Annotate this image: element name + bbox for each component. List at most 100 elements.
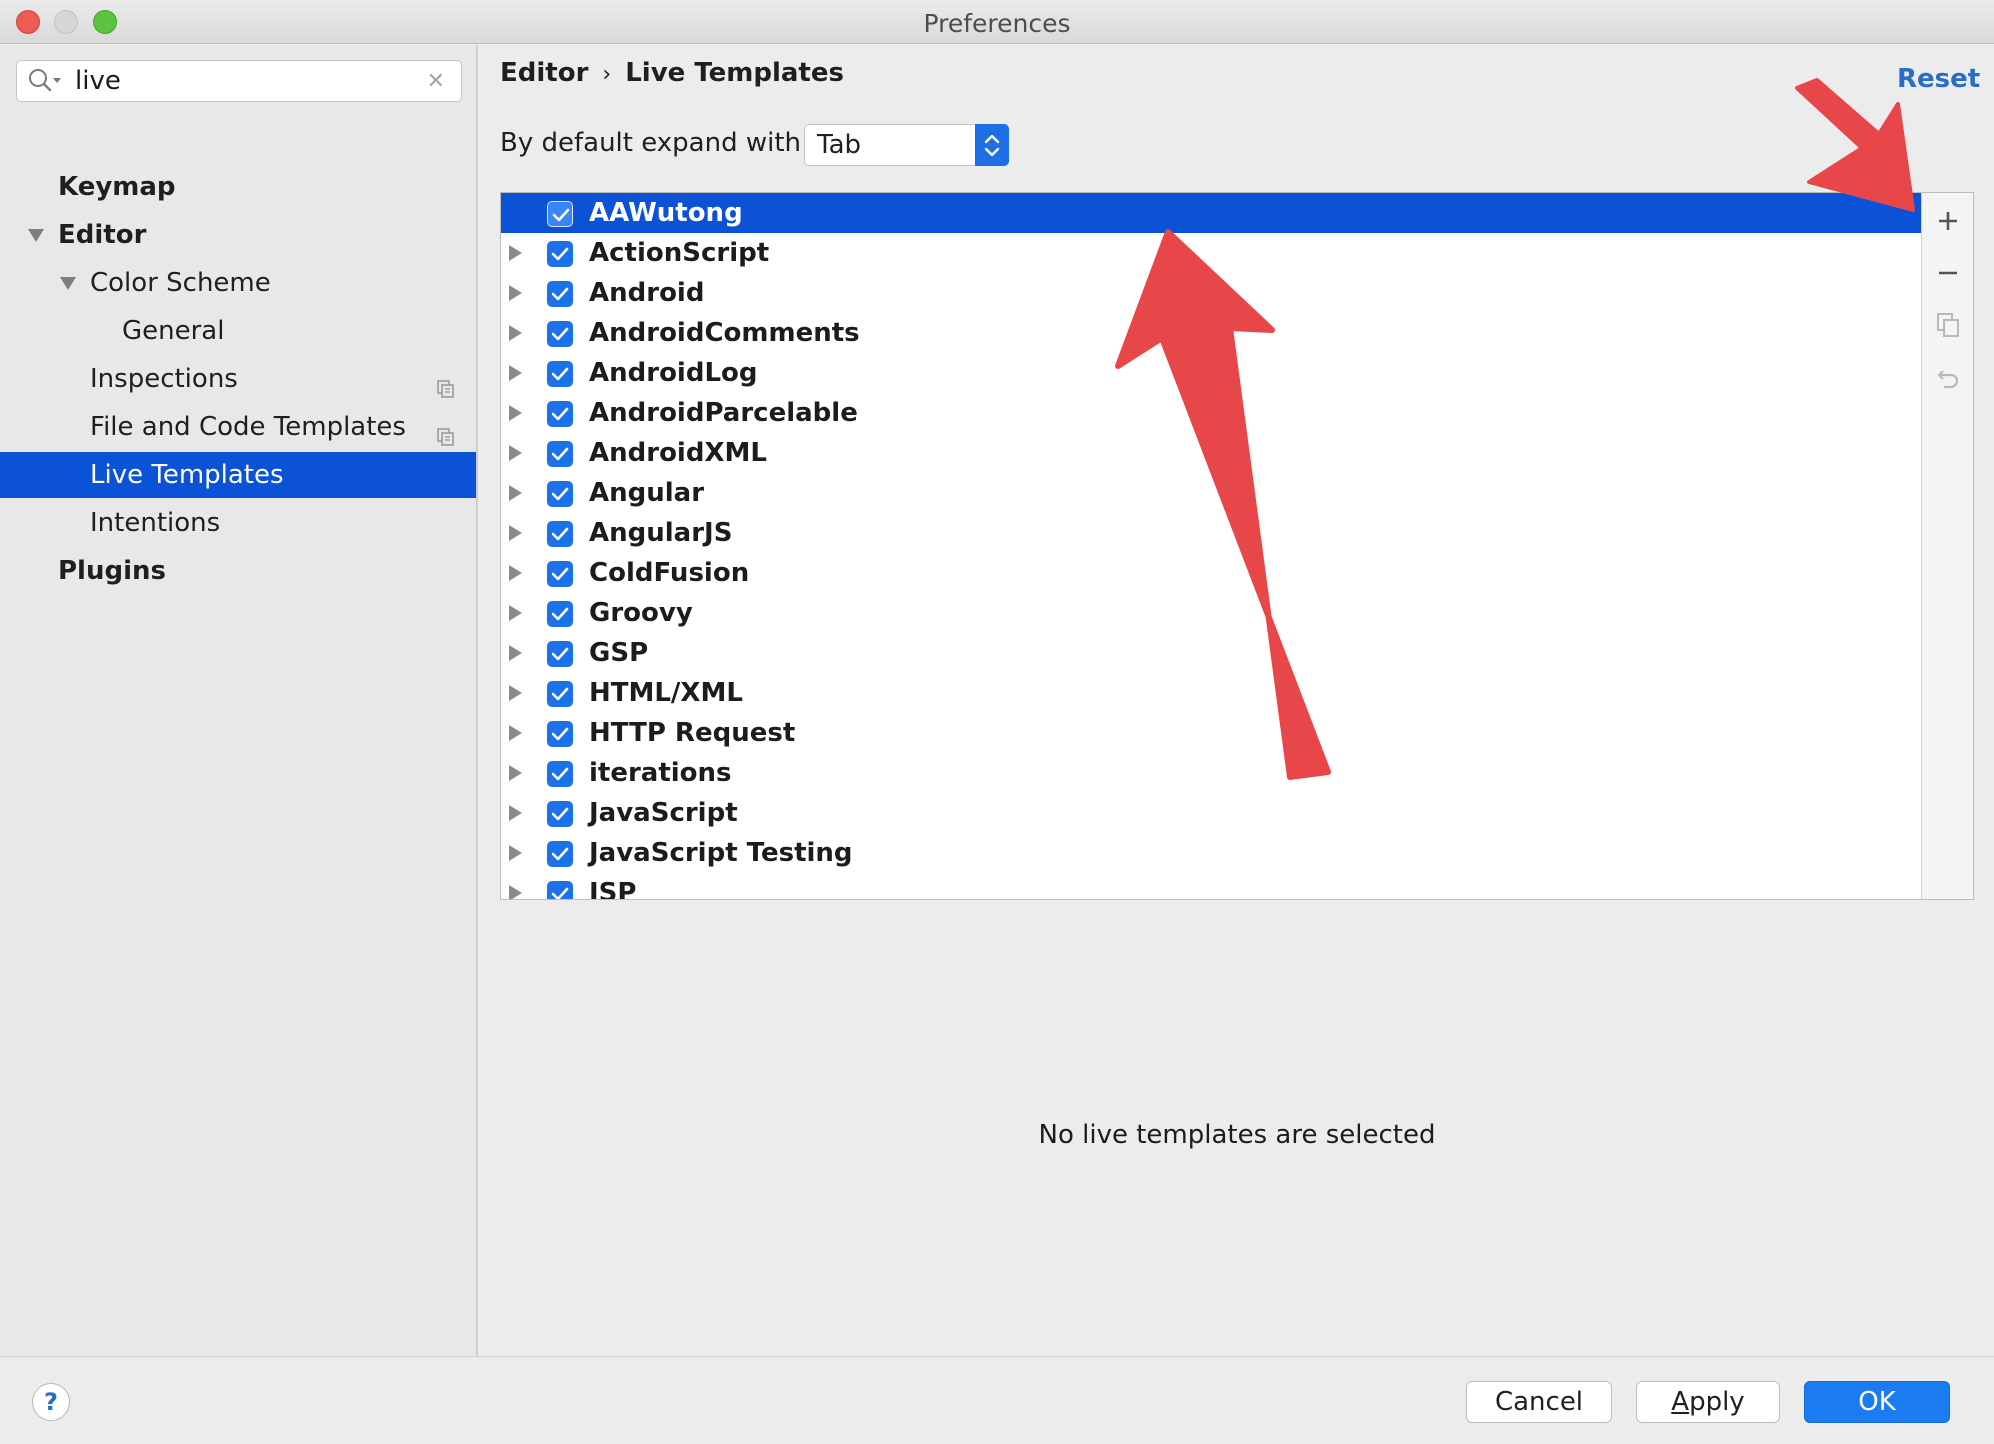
ok-button[interactable]: OK [1804,1381,1950,1423]
search-input[interactable] [75,65,415,97]
template-group-row[interactable]: ColdFusion [501,553,1921,593]
expand-triangle-icon[interactable] [509,405,522,421]
expand-triangle-icon[interactable] [509,645,522,661]
expand-triangle-icon[interactable] [509,605,522,621]
template-group-checkbox[interactable] [547,321,573,347]
template-group-row[interactable]: Groovy [501,593,1921,633]
expand-triangle-icon[interactable] [509,445,522,461]
template-group-row[interactable]: GSP [501,633,1921,673]
sidebar-item-file-and-code-templates[interactable]: File and Code Templates [0,404,476,450]
template-group-checkbox[interactable] [547,441,573,467]
expand-triangle-icon[interactable] [509,725,522,741]
sidebar-item-editor[interactable]: Editor [0,212,476,258]
template-group-row[interactable]: AngularJS [501,513,1921,553]
expand-triangle-icon[interactable] [509,685,522,701]
clear-search-icon[interactable]: ✕ [427,69,445,94]
template-group-name: ActionScript [589,238,770,268]
breadcrumb-parent[interactable]: Editor [500,58,588,88]
expand-triangle-icon[interactable] [509,805,522,821]
sidebar-item-keymap[interactable]: Keymap [0,164,476,210]
expand-triangle-icon[interactable] [509,245,522,261]
undo-icon[interactable] [1934,363,1962,391]
expand-triangle-icon[interactable] [509,765,522,781]
apply-button[interactable]: Apply [1636,1381,1780,1423]
template-group-row[interactable]: JavaScript [501,793,1921,833]
template-group-checkbox[interactable] [547,801,573,827]
template-group-name: AAWutong [589,198,743,228]
template-group-name: JavaScript [589,798,738,828]
sidebar-item-label: Plugins [58,556,166,586]
expand-with-select[interactable]: Tab [804,124,1009,166]
expand-triangle-icon[interactable] [509,885,522,899]
template-group-row[interactable]: HTTP Request [501,713,1921,753]
collapse-triangle-icon[interactable] [28,229,44,242]
template-group-name: HTML/XML [589,678,743,708]
template-group-checkbox[interactable] [547,681,573,707]
expand-triangle-icon[interactable] [509,485,522,501]
sidebar-item-label: Inspections [90,364,238,394]
template-group-name: ColdFusion [589,558,750,588]
template-group-checkbox[interactable] [547,601,573,627]
template-group-checkbox[interactable] [547,361,573,387]
template-group-checkbox[interactable] [547,521,573,547]
live-templates-tree[interactable]: AAWutong ActionScript Android AndroidCommen… [500,192,1974,900]
copy-icon[interactable] [1934,311,1962,339]
template-group-checkbox[interactable] [547,881,573,899]
template-group-checkbox[interactable] [547,401,573,427]
template-group-row[interactable]: AndroidComments [501,313,1921,353]
template-group-row[interactable]: Angular [501,473,1921,513]
template-group-checkbox[interactable] [547,641,573,667]
template-group-name: AndroidXML [589,438,767,468]
template-group-name: Angular [589,478,705,508]
title-bar: Preferences [0,0,1994,44]
search-icon [27,67,63,99]
expand-triangle-icon[interactable] [509,565,522,581]
template-group-checkbox[interactable] [547,561,573,587]
collapse-triangle-icon[interactable] [60,277,76,290]
template-group-checkbox[interactable] [547,201,573,227]
template-group-name: AndroidParcelable [589,398,858,428]
template-group-row[interactable]: AndroidParcelable [501,393,1921,433]
template-group-checkbox[interactable] [547,721,573,747]
template-group-name: iterations [589,758,732,788]
expand-triangle-icon[interactable] [509,845,522,861]
template-group-row[interactable]: AAWutong [501,193,1921,233]
expand-triangle-icon[interactable] [509,285,522,301]
minus-icon[interactable] [1934,259,1962,287]
expand-triangle-icon[interactable] [509,325,522,341]
apply-button-label: Apply [1671,1387,1745,1417]
expand-triangle-icon[interactable] [509,525,522,541]
plus-icon[interactable] [1934,207,1962,235]
sidebar-item-color-scheme[interactable]: Color Scheme [0,260,476,306]
template-group-row[interactable]: iterations [501,753,1921,793]
template-group-row[interactable]: Android [501,273,1921,313]
cancel-button[interactable]: Cancel [1466,1381,1612,1423]
sidebar-item-live-templates[interactable]: Live Templates [0,452,476,498]
sidebar-item-label: Keymap [58,172,176,202]
template-group-checkbox[interactable] [547,241,573,267]
reset-link[interactable]: Reset [1897,64,1980,94]
template-group-row[interactable]: AndroidLog [501,353,1921,393]
sidebar-item-plugins[interactable]: Plugins [0,548,476,594]
template-group-checkbox[interactable] [547,841,573,867]
expand-with-label: By default expand with [500,128,802,158]
template-group-checkbox[interactable] [547,481,573,507]
sidebar-item-inspections[interactable]: Inspections [0,356,476,402]
template-group-row[interactable]: AndroidXML [501,433,1921,473]
template-group-row[interactable]: JSP [501,873,1921,899]
template-group-row[interactable]: HTML/XML [501,673,1921,713]
template-group-row[interactable]: ActionScript [501,233,1921,273]
sidebar-item-intentions[interactable]: Intentions [0,500,476,546]
help-button[interactable]: ? [32,1383,70,1421]
template-group-checkbox[interactable] [547,761,573,787]
sidebar-item-label: General [122,316,225,346]
search-field[interactable]: ✕ [16,60,462,102]
sidebar-item-general[interactable]: General [0,308,476,354]
dropdown-stepper-icon[interactable] [975,124,1009,166]
template-group-checkbox[interactable] [547,281,573,307]
sidebar-item-label: Color Scheme [90,268,271,298]
template-group-name: AndroidLog [589,358,758,388]
breadcrumb-current: Live Templates [625,58,844,88]
template-group-row[interactable]: JavaScript Testing [501,833,1921,873]
expand-triangle-icon[interactable] [509,365,522,381]
